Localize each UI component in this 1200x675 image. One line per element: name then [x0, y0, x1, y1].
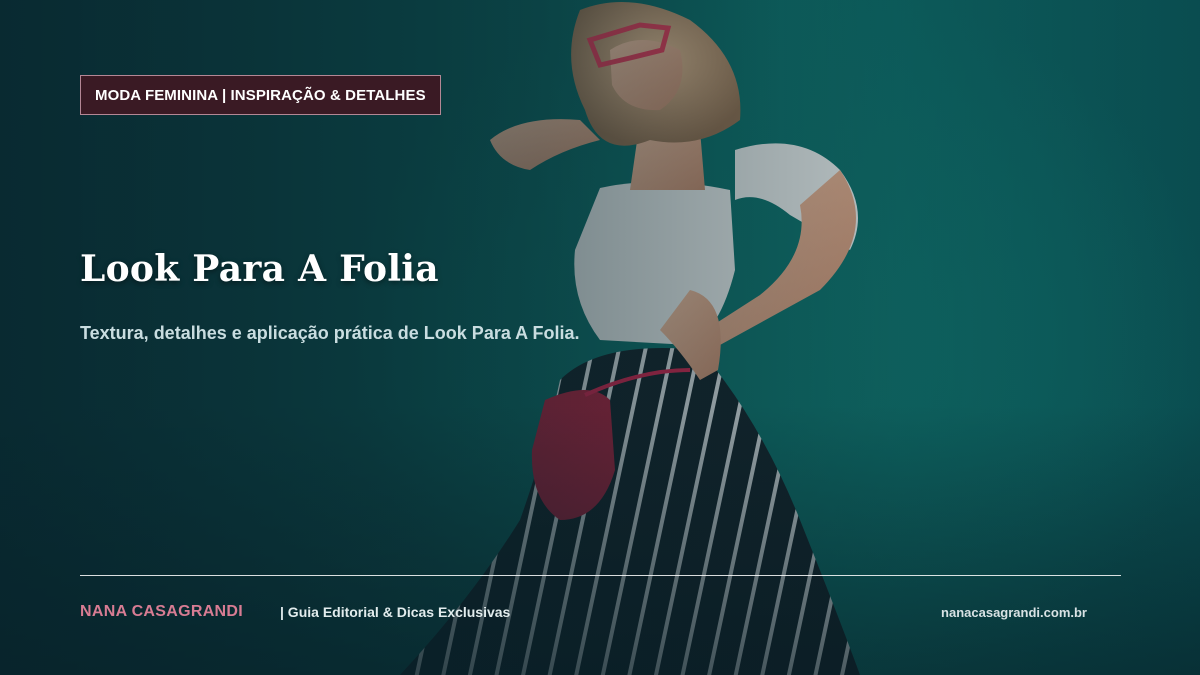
footer-divider: [80, 575, 1121, 576]
website-link[interactable]: nanacasagrandi.com.br: [941, 605, 1087, 620]
page-subtitle: Textura, detalhes e aplicação prática de…: [80, 323, 580, 343]
page-title: Look Para A Folia: [80, 248, 439, 290]
brand-tagline: | Guia Editorial & Dicas Exclusivas: [280, 604, 511, 620]
brand-name[interactable]: NANA CASAGRANDI: [80, 603, 243, 621]
category-tag: MODA FEMININA | INSPIRAÇÃO & DETALHES: [80, 75, 441, 115]
